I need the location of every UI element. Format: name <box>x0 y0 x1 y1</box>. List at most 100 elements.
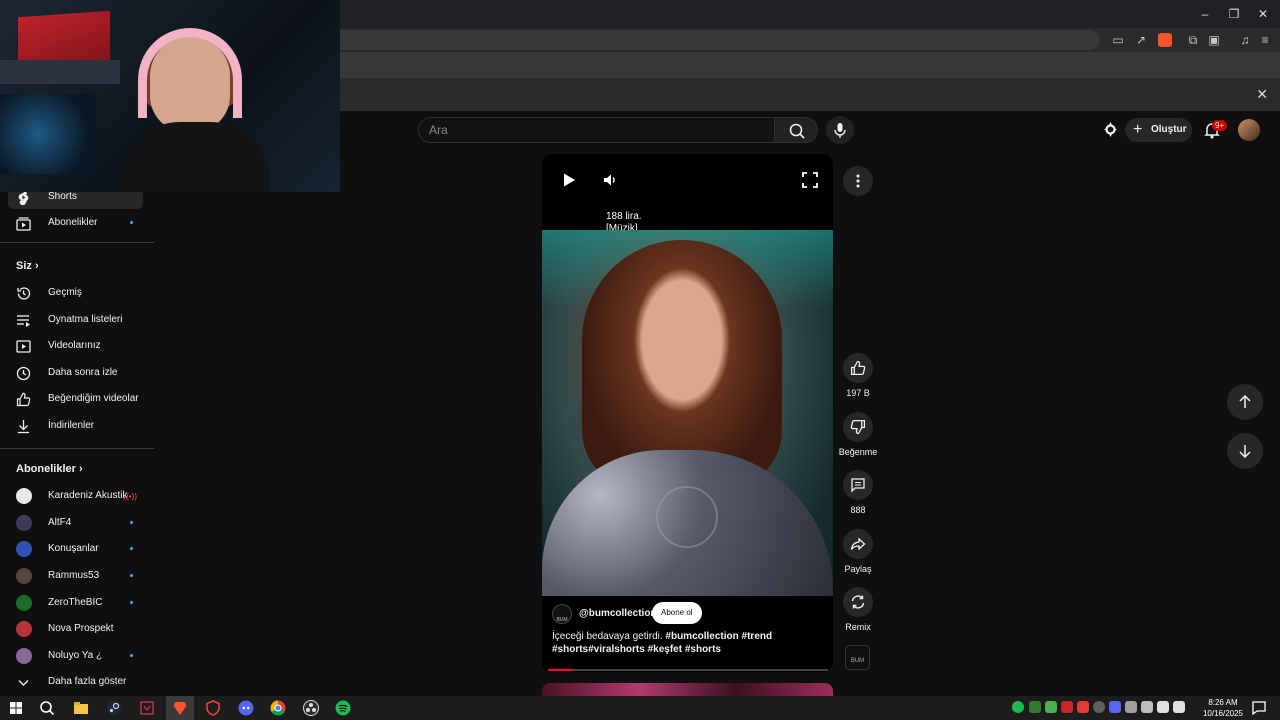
new-content-dot <box>130 601 133 604</box>
media-controls-icon[interactable]: ♫ <box>1238 33 1252 47</box>
hashtags[interactable]: #shorts#viralshorts #keşfet #shorts <box>552 644 721 655</box>
clock[interactable]: 8:26 AM 10/16/2025 <box>1200 697 1246 719</box>
cast-icon[interactable]: ▭ <box>1111 33 1125 47</box>
watch-later-icon <box>16 366 31 381</box>
shorts-player[interactable]: 188 lira. [Müzik] BUM @bumcollection Abo… <box>542 154 833 672</box>
sidebar-item-subscriptions[interactable]: Abonelikler <box>8 211 143 235</box>
discord-icon[interactable] <box>237 699 255 717</box>
menu-icon[interactable]: ≡ <box>1258 33 1272 47</box>
next-short-button[interactable] <box>1227 433 1263 469</box>
sidebar-channel[interactable]: Noluyo Ya ¿ <box>8 644 143 668</box>
remix-button[interactable] <box>843 587 873 617</box>
brave-browser-icon[interactable] <box>171 699 189 717</box>
comments-action[interactable]: 888 <box>835 470 881 515</box>
channel-thumbnail[interactable]: BUM <box>845 645 870 670</box>
tray-record-icon[interactable] <box>1077 701 1089 713</box>
chevron-down-icon <box>18 680 29 686</box>
arrow-down-icon <box>1239 445 1251 458</box>
sidebar-item-your-videos[interactable]: Videolarınız <box>8 334 143 358</box>
sidebar-channel[interactable]: Konuşanlar <box>8 537 143 561</box>
sidebar-item-playlists[interactable]: Oynatma listeleri <box>8 308 143 332</box>
extensions-icon[interactable]: ⧉ <box>1186 33 1200 47</box>
progress-bar[interactable] <box>548 669 828 671</box>
sidebar-channel[interactable]: ZeroTheBIC <box>8 591 143 615</box>
spotify-icon[interactable] <box>334 699 352 717</box>
you-heading-label: Siz <box>16 260 32 272</box>
more-vert-icon <box>856 174 860 188</box>
fullscreen-icon[interactable] <box>801 171 819 189</box>
notifications-icon[interactable] <box>1250 699 1268 717</box>
sidebar-item-history[interactable]: Geçmiş <box>8 281 143 305</box>
search-button[interactable] <box>774 117 818 143</box>
minimize-button[interactable]: – <box>1192 6 1218 22</box>
app-icon[interactable] <box>138 699 156 717</box>
infobar-close-icon[interactable]: ✕ <box>1256 86 1268 103</box>
like-button[interactable] <box>843 353 873 383</box>
tray-mic-icon[interactable] <box>1061 701 1073 713</box>
avatar[interactable] <box>1238 119 1260 141</box>
create-label: Oluştur <box>1151 124 1187 135</box>
sidebar-item-label: Oynatma listeleri <box>48 314 123 325</box>
sidebar-channel[interactable]: AltF4 <box>8 511 143 535</box>
share-button[interactable] <box>843 529 873 559</box>
brave-shields-icon[interactable] <box>1158 33 1172 47</box>
create-button[interactable]: + Oluştur <box>1125 118 1192 142</box>
sidebar-item-liked[interactable]: Beğendiğim videolar <box>8 387 143 411</box>
play-icon[interactable] <box>560 171 578 189</box>
search-input[interactable]: Ara <box>418 117 775 143</box>
like-action[interactable]: 197 B <box>835 353 881 398</box>
your-videos-icon <box>16 340 31 353</box>
more-options-button[interactable] <box>843 166 873 196</box>
sidebar-channel[interactable]: Karadeniz Akustik ((•)) <box>8 484 143 508</box>
tray-app-icon[interactable] <box>1029 701 1041 713</box>
you-heading[interactable]: Siz › <box>16 260 39 272</box>
voice-search-button[interactable] <box>826 116 854 144</box>
volume-icon[interactable] <box>601 171 619 189</box>
sidebar-item-downloads[interactable]: İndirilenler <box>8 414 143 438</box>
obs-icon[interactable] <box>302 699 320 717</box>
show-more-button[interactable]: Daha fazla göster <box>8 670 143 694</box>
remix-label: Remix <box>845 622 871 632</box>
sidebar-item-watch-later[interactable]: Daha sonra izle <box>8 361 143 385</box>
remix-action[interactable]: Remix <box>835 587 881 632</box>
tray-app-icon[interactable] <box>1045 701 1057 713</box>
previous-short-button[interactable] <box>1227 384 1263 420</box>
search-icon[interactable] <box>38 699 56 717</box>
sidebar-toggle-icon[interactable]: ▣ <box>1207 33 1221 47</box>
chrome-icon[interactable] <box>269 699 287 717</box>
tray-mic-level-icon[interactable] <box>1157 701 1169 713</box>
tray-volume-icon[interactable] <box>1173 701 1185 713</box>
next-short-preview[interactable] <box>542 683 833 696</box>
share-page-icon[interactable]: ↗ <box>1134 33 1148 47</box>
dislike-button[interactable] <box>843 412 873 442</box>
file-explorer-icon[interactable] <box>72 699 90 717</box>
channel-logo[interactable]: BUM <box>552 604 572 624</box>
playlist-icon <box>17 315 30 327</box>
hashtags[interactable]: #bumcollection #trend <box>665 631 772 642</box>
comment-icon <box>851 478 865 493</box>
sidebar-channel[interactable]: Rammus53 <box>8 564 143 588</box>
subscriptions-heading[interactable]: Abonelikler › <box>16 463 83 475</box>
channel-name[interactable]: @bumcollection <box>579 608 657 619</box>
tray-app-icon[interactable] <box>1125 701 1137 713</box>
channel-name: ZeroTheBIC <box>48 597 103 608</box>
tray-discord-icon[interactable] <box>1109 701 1121 713</box>
dislike-action[interactable]: Beğenme <box>835 412 881 457</box>
comments-button[interactable] <box>843 470 873 500</box>
steam-icon[interactable] <box>105 699 123 717</box>
tray-network-icon[interactable] <box>1141 701 1153 713</box>
new-content-dot <box>130 654 133 657</box>
tray-steam-icon[interactable] <box>1093 701 1105 713</box>
sidebar-channel[interactable]: Nova Prospekt <box>8 617 143 641</box>
vpn-shield-icon[interactable] <box>204 699 222 717</box>
tray-spotify-icon[interactable] <box>1012 701 1024 713</box>
close-window-button[interactable]: ✕ <box>1250 6 1276 22</box>
channel-avatar <box>16 515 32 531</box>
studio-icon[interactable] <box>1102 121 1119 138</box>
restore-button[interactable]: ❐ <box>1221 6 1247 22</box>
windows-start-icon[interactable] <box>7 699 25 717</box>
download-icon <box>18 420 29 434</box>
mic-icon <box>834 123 846 138</box>
share-action[interactable]: Paylaş <box>835 529 881 574</box>
subscribe-button[interactable]: Abone ol <box>652 602 702 624</box>
